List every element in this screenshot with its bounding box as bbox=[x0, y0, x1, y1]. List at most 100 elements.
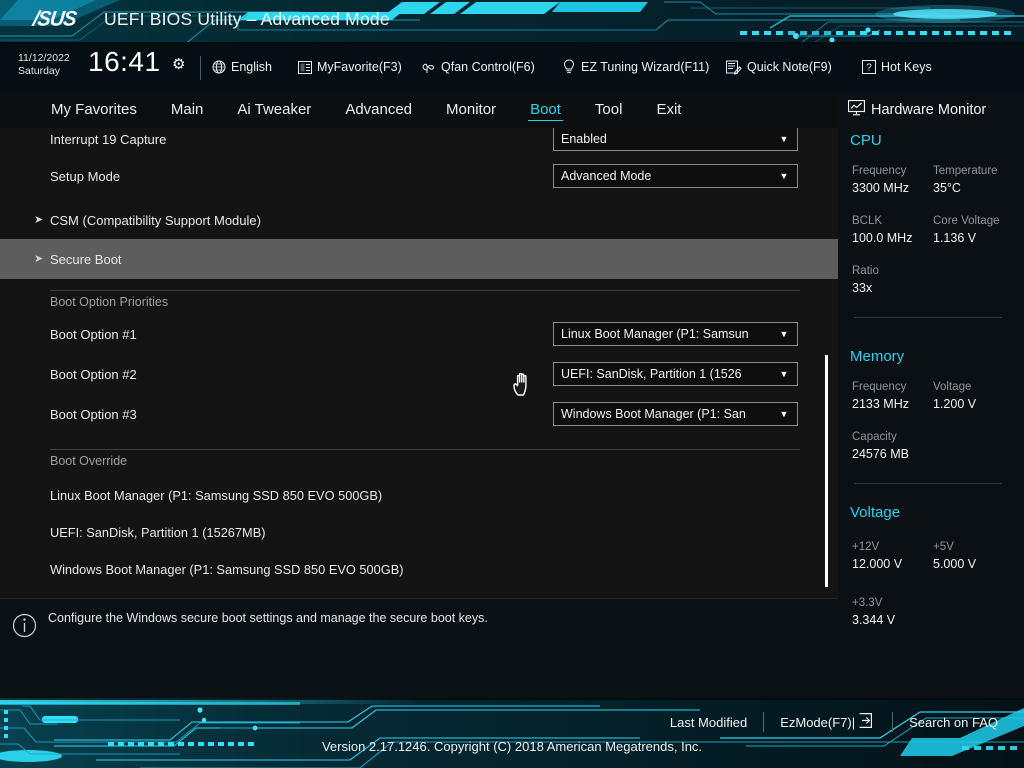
help-text: Configure the Windows secure boot settin… bbox=[48, 611, 488, 625]
boot-option-1-row[interactable]: Boot Option #1 Linux Boot Manager (P1: S… bbox=[0, 314, 838, 354]
language-label: English bbox=[231, 60, 272, 74]
note-icon bbox=[726, 60, 742, 75]
hot-keys-label: Hot Keys bbox=[881, 60, 932, 74]
hw-key-core-voltage: Core Voltage bbox=[933, 215, 1000, 227]
dropdown-value: UEFI: SanDisk, Partition 1 (1526 bbox=[561, 367, 742, 381]
footer-bar: Last Modified EzMode(F7)| Search on FAQ … bbox=[0, 698, 1024, 768]
tab-my-favorites[interactable]: My Favorites bbox=[34, 92, 154, 128]
globe-icon bbox=[212, 60, 226, 74]
setting-row-interrupt-19-capture[interactable]: Interrupt 19 Capture Enabled ▼ bbox=[0, 128, 838, 159]
gear-icon[interactable]: ⚙ bbox=[172, 57, 185, 72]
chevron-right-icon: ➤ bbox=[34, 213, 44, 226]
language-selector[interactable]: English bbox=[212, 57, 272, 77]
hw-value-memory-frequency: 2133 MHz bbox=[852, 397, 909, 411]
arrow-right-box-icon bbox=[859, 713, 876, 731]
divider bbox=[854, 317, 1002, 318]
hw-value-core-voltage: 1.136 V bbox=[933, 231, 977, 245]
submenu-secure-boot[interactable]: ➤ Secure Boot bbox=[0, 239, 838, 279]
hw-value-capacity: 24576 MB bbox=[852, 447, 909, 461]
boot-override-item[interactable]: UEFI: SanDisk, Partition 1 (15267MB) bbox=[50, 525, 266, 540]
footer-actions: Last Modified EzMode(F7)| Search on FAQ bbox=[654, 712, 1014, 732]
nav-tabs: My Favorites Main Ai Tweaker Advanced Mo… bbox=[34, 92, 698, 128]
boot-option-3-dropdown[interactable]: Windows Boot Manager (P1: San ▼ bbox=[553, 402, 798, 426]
asus-logo: /SUS bbox=[31, 6, 78, 31]
hw-value-memory-voltage: 1.200 V bbox=[933, 397, 977, 411]
hw-value-3v3: 3.344 V bbox=[852, 613, 896, 627]
setting-label: Setup Mode bbox=[50, 168, 121, 184]
boot-option-2-dropdown[interactable]: UEFI: SanDisk, Partition 1 (1526 ▼ bbox=[553, 362, 798, 386]
tab-exit[interactable]: Exit bbox=[639, 92, 698, 128]
myfavorite-label: MyFavorite(F3) bbox=[317, 60, 402, 74]
tab-ai-tweaker[interactable]: Ai Tweaker bbox=[220, 92, 328, 128]
info-icon bbox=[12, 613, 37, 638]
search-on-faq-button[interactable]: Search on FAQ bbox=[893, 715, 1014, 730]
monitor-icon bbox=[847, 99, 866, 120]
search-faq-label: Search on FAQ bbox=[909, 714, 998, 730]
setting-row-setup-mode[interactable]: Setup Mode Advanced Mode ▼ bbox=[0, 156, 838, 196]
help-pane: Configure the Windows secure boot settin… bbox=[0, 598, 838, 698]
quick-note-button[interactable]: Quick Note(F9) bbox=[726, 57, 832, 77]
tab-tool[interactable]: Tool bbox=[578, 92, 640, 128]
tab-advanced[interactable]: Advanced bbox=[328, 92, 429, 128]
last-modified-label: Last Modified bbox=[669, 714, 748, 730]
qfan-control-button[interactable]: Qfan Control(F6) bbox=[420, 57, 535, 77]
content-scrollbar[interactable] bbox=[820, 128, 834, 598]
setup-mode-dropdown[interactable]: Advanced Mode ▼ bbox=[553, 164, 798, 188]
svg-text:?: ? bbox=[866, 63, 872, 74]
hw-group-voltage: Voltage bbox=[850, 504, 901, 521]
tab-boot[interactable]: Boot bbox=[513, 92, 578, 128]
boot-option-1-label: Boot Option #1 bbox=[50, 326, 137, 342]
chevron-down-icon: ▼ bbox=[779, 171, 789, 181]
submenu-csm[interactable]: ➤ CSM (Compatibility Support Module) bbox=[0, 200, 838, 240]
tab-main[interactable]: Main bbox=[154, 92, 221, 128]
date-value: 11/12/2022 bbox=[18, 52, 70, 64]
hw-value-bclk: 100.0 MHz bbox=[852, 231, 913, 245]
footer-decoration bbox=[0, 698, 1024, 768]
hw-key-ratio: Ratio bbox=[852, 265, 879, 277]
myfavorite-button[interactable]: MyFavorite(F3) bbox=[298, 57, 402, 77]
page-title: UEFI BIOS Utility – Advanced Mode bbox=[104, 9, 390, 29]
divider bbox=[50, 449, 800, 450]
clock-display: 16:41 bbox=[88, 46, 161, 77]
hw-group-cpu: CPU bbox=[850, 132, 882, 149]
submenu-label: Secure Boot bbox=[50, 251, 122, 267]
date-display: 11/12/2022 Saturday bbox=[18, 52, 70, 78]
dropdown-value: Linux Boot Manager (P1: Samsun bbox=[561, 327, 749, 341]
hw-value-ratio: 33x bbox=[852, 281, 873, 295]
interrupt-19-capture-dropdown[interactable]: Enabled ▼ bbox=[553, 128, 798, 151]
hardware-monitor-title: Hardware Monitor bbox=[847, 99, 987, 120]
dropdown-value: Windows Boot Manager (P1: San bbox=[561, 407, 746, 421]
tab-monitor[interactable]: Monitor bbox=[429, 92, 513, 128]
boot-override-item[interactable]: Linux Boot Manager (P1: Samsung SSD 850 … bbox=[50, 488, 382, 503]
boot-option-3-row[interactable]: Boot Option #3 Windows Boot Manager (P1:… bbox=[0, 394, 838, 434]
hw-value-5v: 5.000 V bbox=[933, 557, 977, 571]
settings-panel: Interrupt 19 Capture Enabled ▼ Setup Mod… bbox=[0, 128, 838, 598]
version-text: Version 2.17.1246. Copyright (C) 2018 Am… bbox=[321, 739, 703, 754]
divider bbox=[50, 290, 800, 291]
hardware-monitor-label: Hardware Monitor bbox=[871, 102, 987, 118]
ez-tuning-label: EZ Tuning Wizard(F11) bbox=[581, 60, 710, 74]
boot-priorities-heading: Boot Option Priorities bbox=[50, 295, 169, 309]
boot-option-2-row[interactable]: Boot Option #2 UEFI: SanDisk, Partition … bbox=[0, 354, 838, 394]
chevron-down-icon: ▼ bbox=[779, 134, 789, 144]
boot-override-item[interactable]: Windows Boot Manager (P1: Samsung SSD 85… bbox=[50, 562, 404, 577]
scrollbar-thumb[interactable] bbox=[825, 355, 828, 587]
ez-tuning-wizard-button[interactable]: EZ Tuning Wizard(F11) bbox=[562, 57, 709, 77]
last-modified-button[interactable]: Last Modified bbox=[654, 715, 763, 730]
chevron-down-icon: ▼ bbox=[779, 369, 789, 379]
divider bbox=[854, 483, 1002, 484]
boot-option-3-label: Boot Option #3 bbox=[50, 406, 137, 422]
hw-value-cpu-frequency: 3300 MHz bbox=[852, 181, 909, 195]
boot-override-heading: Boot Override bbox=[50, 454, 128, 468]
bios-screen: /SUS UEFI BIOS Utility – Advanced Mode 1… bbox=[0, 0, 1024, 768]
hw-key-cpu-frequency: Frequency bbox=[852, 165, 907, 177]
list-icon bbox=[298, 60, 312, 74]
ez-mode-button[interactable]: EzMode(F7)| bbox=[764, 713, 892, 731]
boot-option-1-dropdown[interactable]: Linux Boot Manager (P1: Samsun ▼ bbox=[553, 322, 798, 346]
hw-key-memory-frequency: Frequency bbox=[852, 381, 907, 393]
weekday-value: Saturday bbox=[18, 65, 61, 77]
hw-key-5v: +5V bbox=[933, 541, 954, 553]
setting-label: Interrupt 19 Capture bbox=[50, 131, 167, 147]
ez-mode-label: EzMode(F7)| bbox=[780, 714, 856, 730]
hot-keys-button[interactable]: ? Hot Keys bbox=[862, 57, 932, 77]
